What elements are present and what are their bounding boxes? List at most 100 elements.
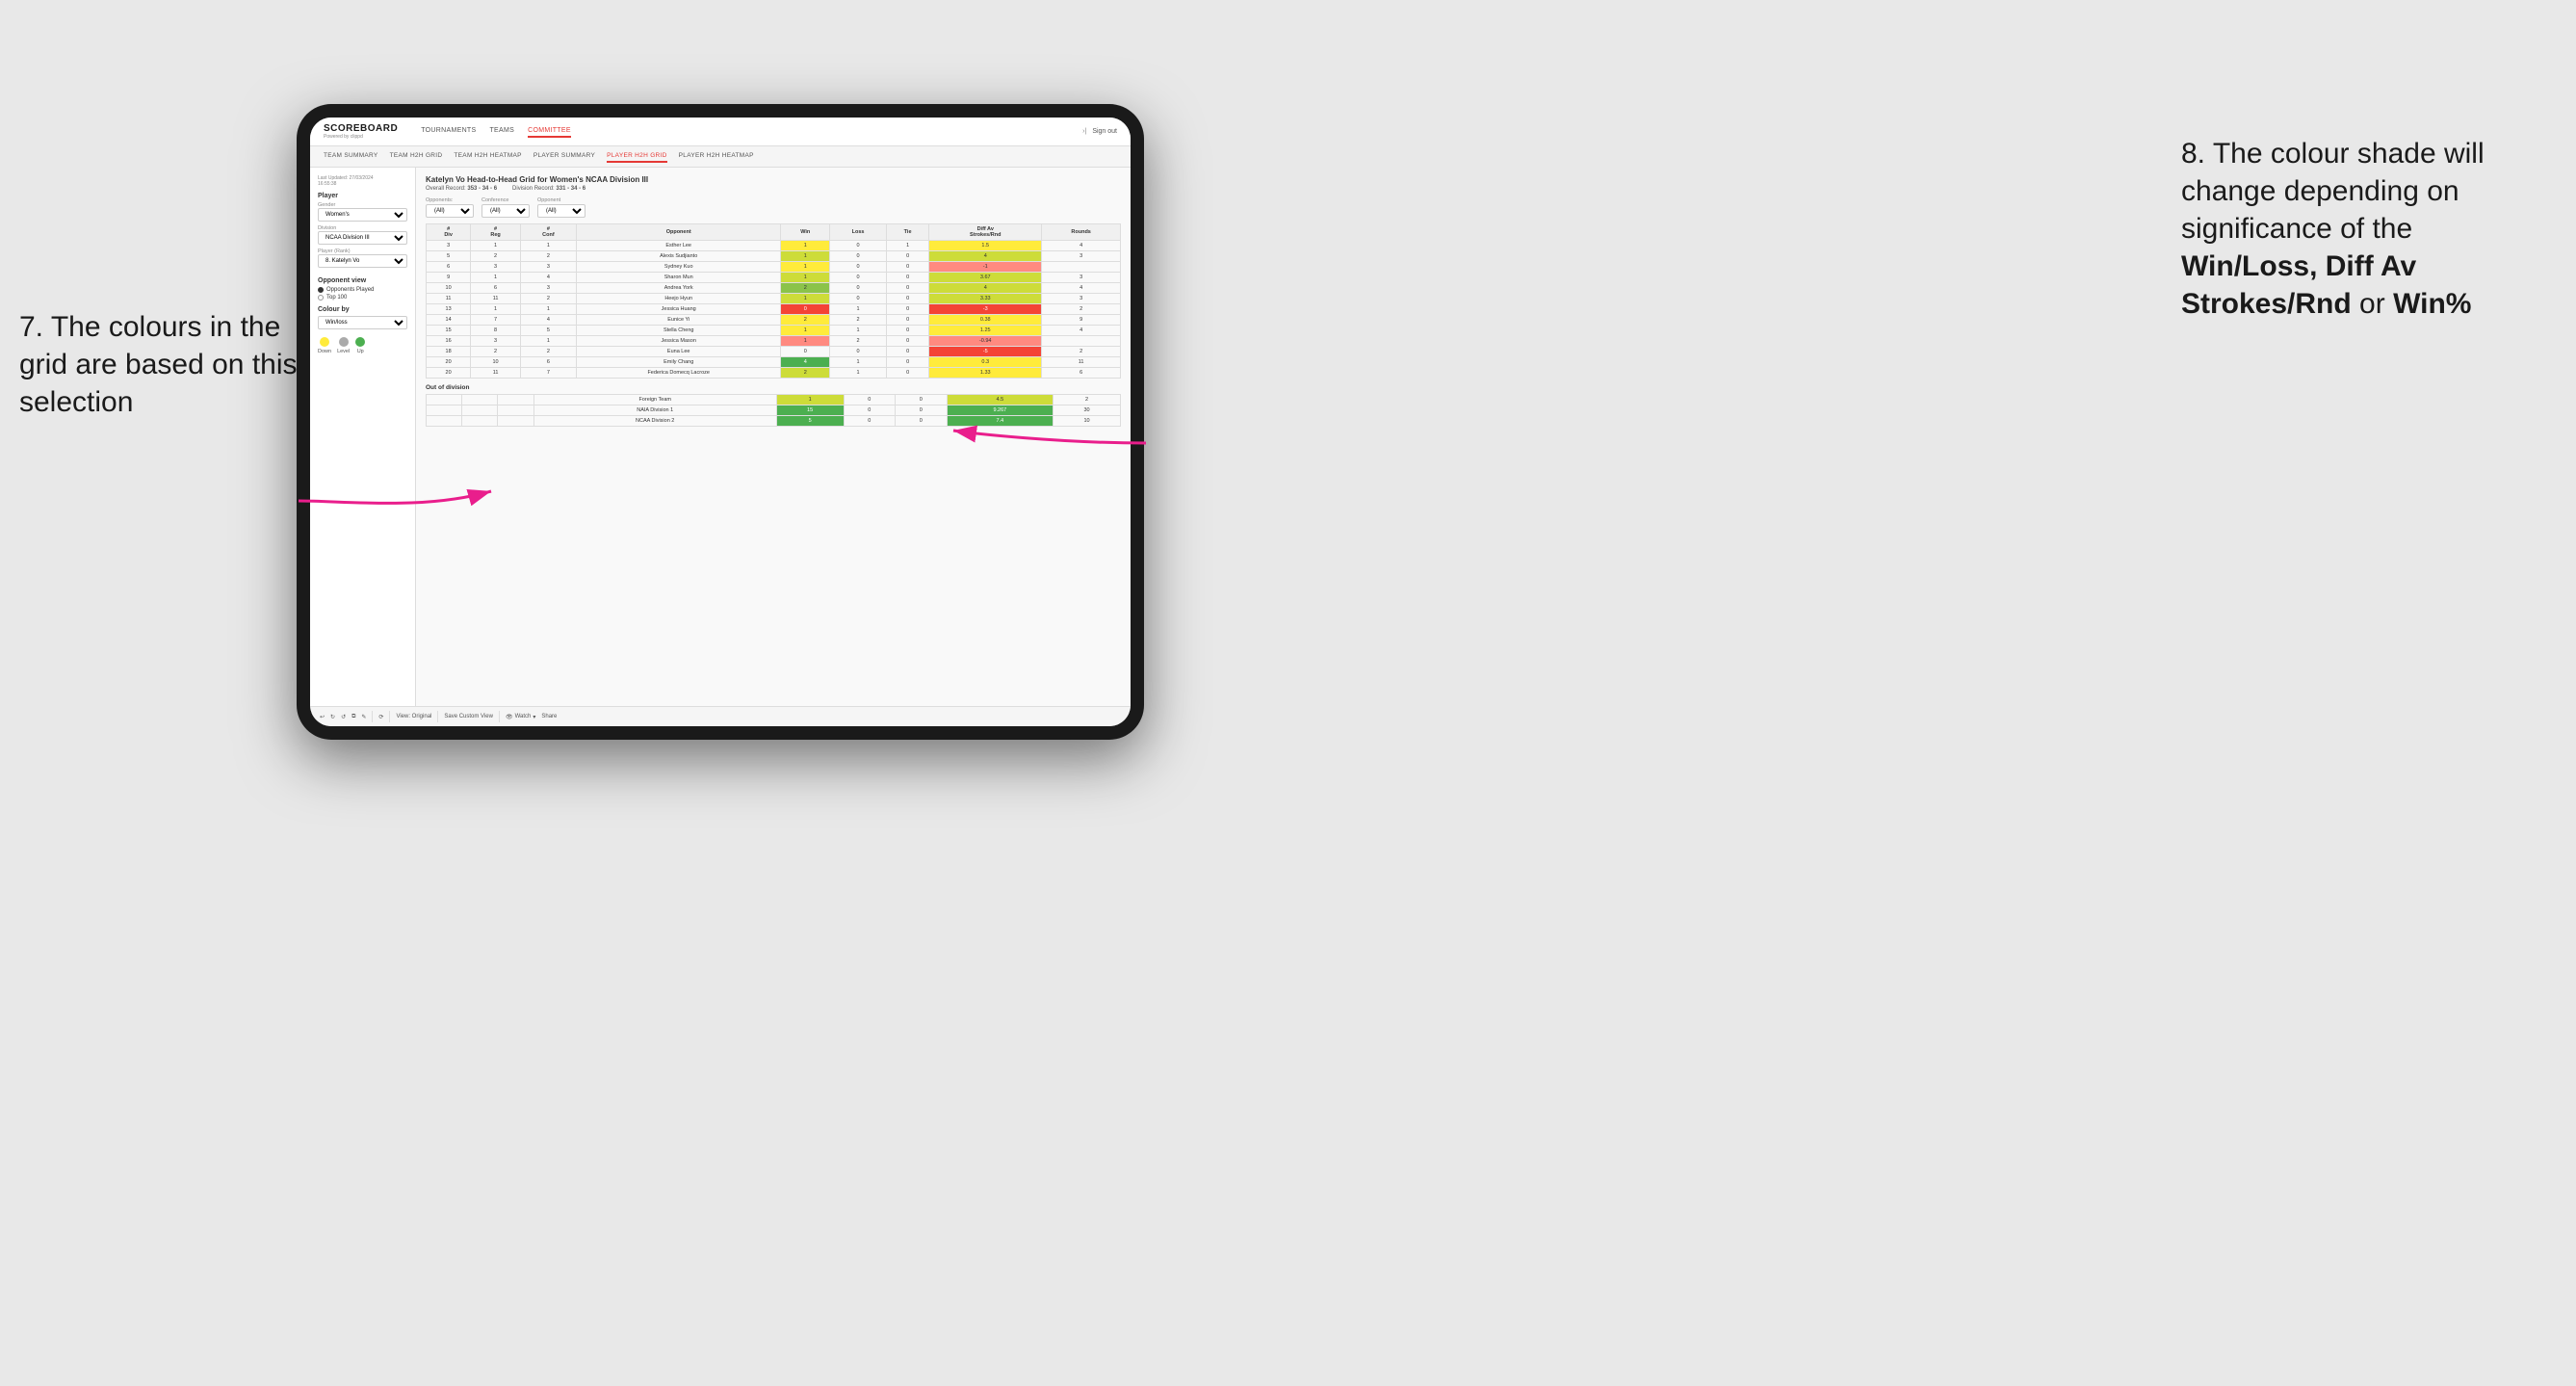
nav-bar: SCOREBOARD Powered by clippd TOURNAMENTS…: [310, 118, 1131, 146]
legend-down: Down: [318, 337, 331, 354]
opponent-view-radio-group: Opponents Played Top 100: [318, 287, 407, 301]
overall-record: Overall Record: 353 - 34 - 6: [426, 186, 497, 192]
legend-level: Level: [337, 337, 350, 354]
gender-select[interactable]: Women's: [318, 208, 407, 222]
legend-label-level: Level: [337, 349, 350, 354]
sub-nav-player-h2h-heatmap[interactable]: PLAYER H2H HEATMAP: [679, 150, 754, 163]
filters-row: Opponents: (All) Conference (All) Oppone…: [426, 197, 1121, 218]
table-row: 914Sharon Mun1003.673: [427, 273, 1121, 283]
nav-items: TOURNAMENTS TEAMS COMMITTEE: [421, 125, 1067, 138]
undo-btn[interactable]: ↩: [320, 714, 325, 720]
filter-opponents: Opponents: (All): [426, 197, 474, 218]
left-annotation: 7. The colours in the grid are based on …: [19, 308, 299, 421]
division-select[interactable]: NCAA Division III: [318, 231, 407, 245]
table-row: 20117Federica Domecq Lacroze2101.336: [427, 368, 1121, 379]
logo-area: SCOREBOARD Powered by clippd: [324, 123, 398, 140]
table-row: 1822Euna Lee000-52: [427, 347, 1121, 357]
colour-by-label: Colour by: [318, 306, 407, 313]
sub-nav-team-summary[interactable]: TEAM SUMMARY: [324, 150, 378, 163]
nav-item-committee[interactable]: COMMITTEE: [528, 125, 571, 138]
radio-label-opponents-played: Opponents Played: [326, 287, 374, 293]
redo-btn[interactable]: ↻: [330, 714, 335, 720]
toolbar-bottom: ↩ ↻ ↺ ⧉ ✎ ⟳ View: Original Save Custom V…: [310, 706, 1131, 726]
table-row: 522Alexis Sudjianto10043: [427, 251, 1121, 262]
th-loss: Loss: [830, 224, 887, 241]
th-div: #Div: [427, 224, 471, 241]
sub-nav: TEAM SUMMARY TEAM H2H GRID TEAM H2H HEAT…: [310, 146, 1131, 168]
colour-by-select[interactable]: Win/loss: [318, 316, 407, 329]
sub-nav-team-h2h-heatmap[interactable]: TEAM H2H HEATMAP: [454, 150, 521, 163]
refresh-btn[interactable]: ⟳: [378, 714, 383, 720]
table-row: 20106Emily Chang4100.311: [427, 357, 1121, 368]
th-diff: Diff AvStrokes/Rnd: [929, 224, 1042, 241]
table-row: 633Sydney Kuo100-1: [427, 262, 1121, 273]
tablet-screen: SCOREBOARD Powered by clippd TOURNAMENTS…: [310, 118, 1131, 726]
copy-btn[interactable]: ⧉: [351, 714, 355, 720]
grid-title: Katelyn Vo Head-to-Head Grid for Women's…: [426, 175, 1121, 184]
out-of-division-header: Out of division: [426, 384, 1121, 391]
watch-btn[interactable]: 👁 Watch ▾: [506, 714, 535, 720]
nav-item-tournaments[interactable]: TOURNAMENTS: [421, 125, 476, 138]
th-tie: Tie: [887, 224, 929, 241]
edit-btn[interactable]: ✎: [361, 714, 366, 720]
toolbar-divider-1: [372, 711, 373, 722]
logo-sub: Powered by clippd: [324, 134, 398, 140]
table-row: 11112Heejo Hyun1003.333: [427, 294, 1121, 304]
table-row: 1063Andrea York20044: [427, 283, 1121, 294]
main-content: Last Updated: 27/03/2024 16:55:38 Player…: [310, 168, 1131, 706]
right-annotation: 8. The colour shade will change dependin…: [2181, 135, 2547, 323]
radio-dot-top100: [318, 295, 324, 301]
last-updated: Last Updated: 27/03/2024 16:55:38: [318, 175, 407, 187]
colour-legend: Down Level Up: [318, 337, 407, 354]
sidebar: Last Updated: 27/03/2024 16:55:38 Player…: [310, 168, 416, 706]
out-of-division-table: Foreign Team1004.52NAIA Division 115009.…: [426, 394, 1121, 427]
filter-conference-label: Conference: [481, 197, 530, 203]
radio-opponents-played[interactable]: Opponents Played: [318, 287, 407, 293]
filter-opponent-label: Opponent: [537, 197, 585, 203]
sub-nav-team-h2h-grid[interactable]: TEAM H2H GRID: [390, 150, 443, 163]
filter-conference: Conference (All): [481, 197, 530, 218]
tablet-frame: SCOREBOARD Powered by clippd TOURNAMENTS…: [297, 104, 1144, 740]
division-record: Division Record: 331 - 34 - 6: [512, 186, 585, 192]
h2h-table: #Div #Reg #Conf Opponent Win Loss Tie Di…: [426, 223, 1121, 379]
legend-label-down: Down: [318, 349, 331, 354]
toolbar-divider-3: [437, 711, 438, 722]
th-reg: #Reg: [471, 224, 521, 241]
table-row: 1311Jessica Huang010-32: [427, 304, 1121, 315]
legend-label-up: Up: [357, 349, 364, 354]
save-custom-view-btn[interactable]: Save Custom View: [444, 714, 493, 719]
filter-opponent-select[interactable]: (All): [537, 204, 585, 218]
filter-opponents-label: Opponents:: [426, 197, 474, 203]
th-conf: #Conf: [520, 224, 576, 241]
table-row: 1474Eunice Yi2200.389: [427, 315, 1121, 326]
toolbar-divider-2: [389, 711, 390, 722]
th-opponent: Opponent: [576, 224, 781, 241]
sign-out-link[interactable]: Sign out: [1092, 128, 1117, 135]
share-btn[interactable]: Share: [541, 714, 557, 719]
table-row: 311Esther Lee1011.54: [427, 241, 1121, 251]
ood-table-row: Foreign Team1004.52: [427, 395, 1121, 405]
nav-item-teams[interactable]: TEAMS: [489, 125, 514, 138]
grid-area: Katelyn Vo Head-to-Head Grid for Women's…: [416, 168, 1131, 706]
ood-table-row: NCAA Division 25007.410: [427, 416, 1121, 427]
legend-dot-up: [355, 337, 365, 347]
redo2-btn[interactable]: ↺: [341, 714, 346, 720]
table-row: 1631Jessica Mason120-0.94: [427, 336, 1121, 347]
filter-conference-select[interactable]: (All): [481, 204, 530, 218]
logo-text: SCOREBOARD: [324, 123, 398, 134]
nav-sign-in-icon: ›|: [1082, 128, 1086, 135]
player-section-title: Player: [318, 193, 407, 199]
legend-up: Up: [355, 337, 365, 354]
sub-nav-player-h2h-grid[interactable]: PLAYER H2H GRID: [607, 150, 667, 163]
legend-dot-level: [339, 337, 349, 347]
ood-table-row: NAIA Division 115009.26730: [427, 405, 1121, 416]
player-rank-select[interactable]: 8. Katelyn Vo: [318, 254, 407, 268]
grid-subtitle: Overall Record: 353 - 34 - 6 Division Re…: [426, 186, 1121, 192]
opponent-view-label: Opponent view: [318, 277, 407, 284]
last-updated-time: 16:55:38: [318, 181, 407, 187]
filter-opponent: Opponent (All): [537, 197, 585, 218]
filter-opponents-select[interactable]: (All): [426, 204, 474, 218]
radio-top100[interactable]: Top 100: [318, 295, 407, 301]
view-original-btn[interactable]: View: Original: [396, 714, 431, 719]
sub-nav-player-summary[interactable]: PLAYER SUMMARY: [533, 150, 595, 163]
